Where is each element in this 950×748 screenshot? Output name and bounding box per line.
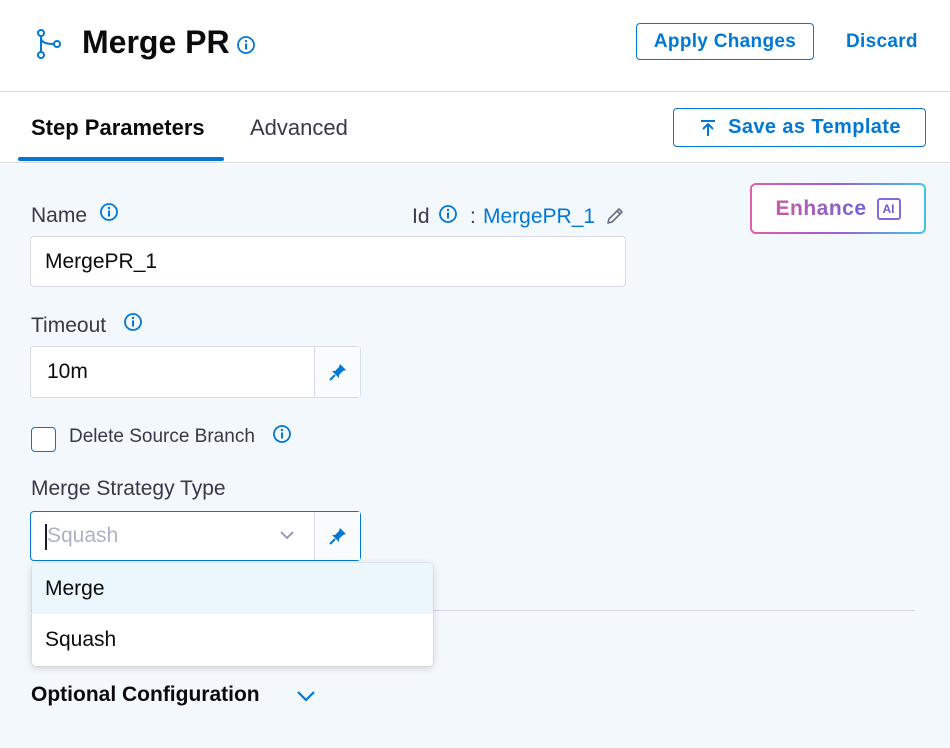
merge-strategy-pin-button[interactable] xyxy=(314,512,360,560)
merge-strategy-select[interactable]: Squash xyxy=(30,511,361,561)
upload-icon xyxy=(701,119,716,136)
apply-changes-button[interactable]: Apply Changes xyxy=(636,23,814,60)
info-icon[interactable] xyxy=(236,35,256,55)
chevron-down-icon[interactable] xyxy=(277,525,297,545)
timeout-input[interactable]: 10m xyxy=(30,346,361,398)
delete-source-branch-label: Delete Source Branch xyxy=(69,426,255,447)
ai-icon: AI xyxy=(876,197,901,220)
enhance-ai-button[interactable]: Enhance AI xyxy=(750,183,926,234)
page-title: Merge PR xyxy=(82,24,230,60)
tab-bar: Step Parameters Advanced Save as Templat… xyxy=(0,93,950,163)
id-separator: : xyxy=(470,205,476,228)
tab-step-parameters[interactable]: Step Parameters xyxy=(31,115,205,141)
info-icon[interactable] xyxy=(272,424,292,444)
chevron-down-icon[interactable] xyxy=(294,684,318,708)
pin-icon xyxy=(328,528,346,545)
merge-strategy-dropdown: Merge Squash xyxy=(32,563,433,666)
dropdown-option-squash[interactable]: Squash xyxy=(32,614,433,665)
step-form: Enhance AI Name Id : MergePR_1 MergePR_1… xyxy=(0,164,950,748)
enhance-label: Enhance xyxy=(775,196,867,220)
git-merge-icon xyxy=(37,29,61,59)
step-header: Merge PR Apply Changes Discard xyxy=(0,0,950,92)
delete-source-branch-checkbox[interactable] xyxy=(31,427,56,452)
id-value: MergePR_1 xyxy=(483,205,596,228)
pencil-icon[interactable] xyxy=(605,206,625,226)
pin-icon xyxy=(328,364,346,381)
discard-button[interactable]: Discard xyxy=(846,31,918,53)
tab-advanced[interactable]: Advanced xyxy=(250,115,348,141)
timeout-value: 10m xyxy=(47,360,88,383)
timeout-pin-button[interactable] xyxy=(314,347,360,397)
name-label: Name xyxy=(31,204,88,227)
timeout-label: Timeout xyxy=(31,314,107,337)
save-as-template-label: Save as Template xyxy=(728,116,901,138)
merge-strategy-placeholder: Squash xyxy=(47,524,119,547)
info-icon[interactable] xyxy=(438,204,458,224)
optional-configuration-toggle[interactable]: Optional Configuration xyxy=(31,683,260,707)
merge-strategy-label: Merge Strategy Type xyxy=(31,477,226,500)
info-icon[interactable] xyxy=(99,202,119,222)
name-input[interactable]: MergePR_1 xyxy=(30,236,626,287)
info-icon[interactable] xyxy=(123,312,143,332)
save-as-template-button[interactable]: Save as Template xyxy=(673,108,926,147)
active-tab-indicator xyxy=(18,157,224,161)
id-label: Id xyxy=(412,205,430,228)
dropdown-option-merge[interactable]: Merge xyxy=(32,563,433,614)
